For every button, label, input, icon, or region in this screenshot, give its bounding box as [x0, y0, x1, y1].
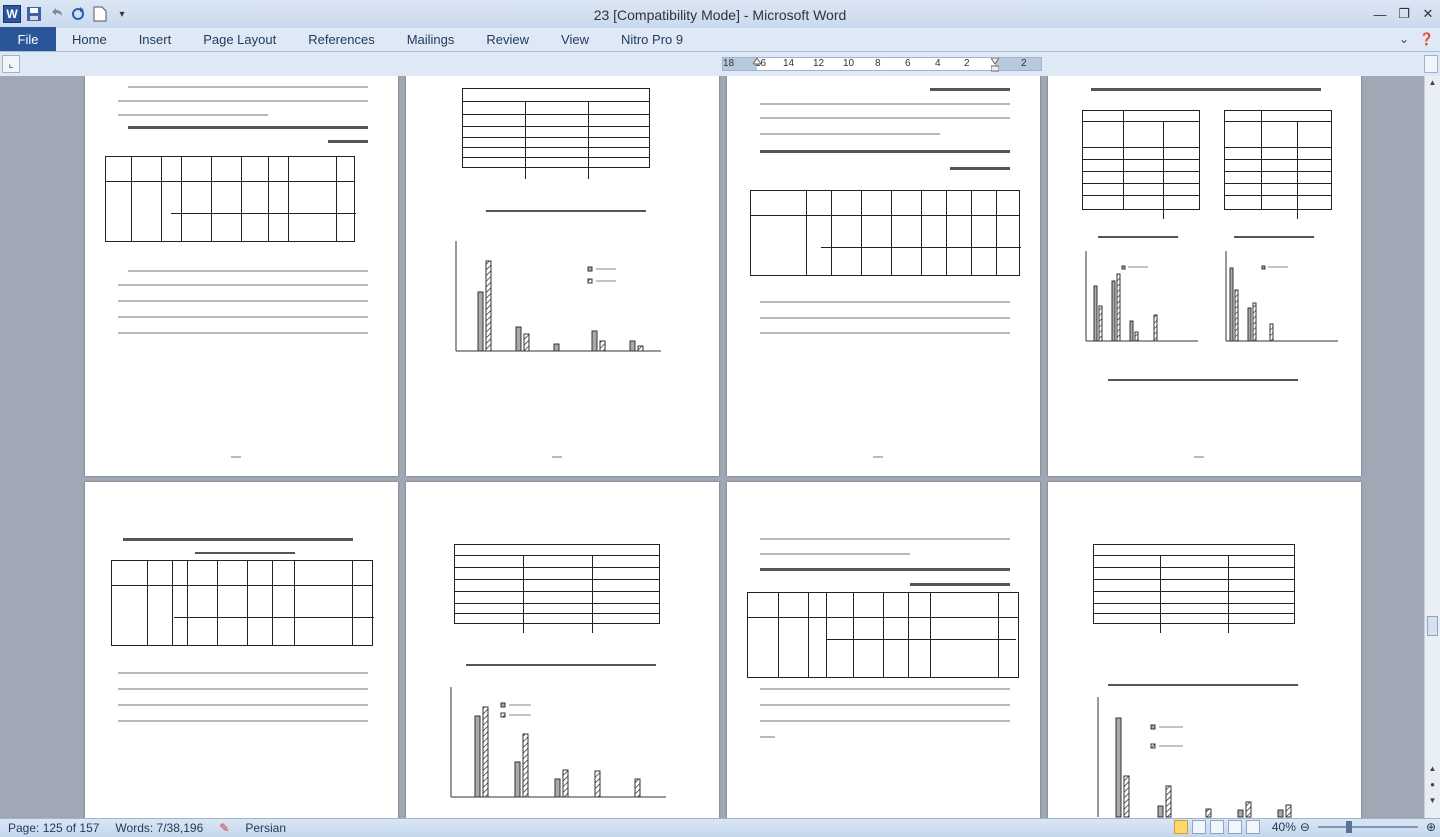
document-page[interactable] [85, 482, 398, 818]
zoom-in-icon[interactable]: ⊕ [1426, 820, 1436, 834]
word-count[interactable]: Words: 7/38,196 [107, 821, 211, 835]
expand-ribbon-icon[interactable]: ⌄ [1399, 32, 1409, 46]
status-bar: Page: 125 of 157 Words: 7/38,196 ✎ Persi… [0, 818, 1440, 837]
restore-icon[interactable]: ❐ [1392, 0, 1416, 28]
right-indent-marker[interactable] [991, 58, 999, 72]
tab-page-layout[interactable]: Page Layout [187, 27, 292, 51]
tab-view[interactable]: View [545, 27, 605, 51]
bar-chart [1225, 251, 1338, 342]
ruler-number: 2 [964, 58, 970, 69]
customize-dropdown-icon[interactable]: ▾ [112, 4, 132, 24]
tab-review[interactable]: Review [470, 27, 545, 51]
document-page[interactable] [1048, 482, 1361, 818]
help-icon[interactable]: ❓ [1419, 32, 1434, 46]
full-screen-reading-view-button[interactable] [1191, 820, 1206, 834]
previous-page-icon[interactable]: ▲ [1427, 764, 1438, 776]
document-area[interactable] [0, 76, 1424, 818]
tab-selector-icon[interactable]: ⌞ [2, 55, 20, 73]
ruler-number: 14 [783, 58, 795, 69]
print-layout-view-button[interactable] [1173, 820, 1188, 834]
new-document-icon[interactable] [90, 4, 110, 24]
save-icon[interactable] [24, 4, 44, 24]
ribbon-tabs: File Home Insert Page Layout References … [0, 27, 1440, 52]
word-logo-icon[interactable]: W [2, 4, 22, 24]
next-page-icon[interactable]: ▼ [1427, 796, 1438, 808]
bar-chart [455, 241, 661, 352]
left-indent-marker[interactable] [753, 58, 761, 72]
ruler-number: 4 [935, 58, 941, 69]
title-bar: W ▾ 23 [Compatibility Mode] - Microsoft … [0, 0, 1440, 28]
page-count[interactable]: Page: 125 of 157 [0, 821, 107, 835]
quick-access-toolbar: W ▾ [0, 0, 134, 28]
close-icon[interactable]: ✕ [1416, 0, 1440, 28]
select-browse-object-icon[interactable]: ● [1427, 780, 1438, 792]
document-page[interactable] [85, 76, 398, 476]
bar-chart [1085, 251, 1198, 342]
ruler-number: 8 [875, 58, 881, 69]
scrollbar-thumb[interactable] [1427, 616, 1438, 636]
document-page[interactable] [406, 76, 719, 476]
language-indicator[interactable]: Persian [237, 821, 294, 835]
tab-home[interactable]: Home [56, 27, 123, 51]
zoom-out-icon[interactable]: ⊖ [1300, 820, 1310, 834]
minimize-icon[interactable]: — [1368, 0, 1392, 28]
document-page[interactable] [406, 482, 719, 818]
redo-icon[interactable] [68, 4, 88, 24]
ruler-row: ⌞ 18 16 14 12 10 8 6 4 2 2 [0, 53, 1440, 75]
ruler-number: 18 [723, 58, 735, 69]
tab-references[interactable]: References [292, 27, 390, 51]
vertical-scrollbar[interactable]: ▲ ▲ ● ▼ [1424, 76, 1440, 818]
bar-chart [450, 687, 666, 798]
web-layout-view-button[interactable] [1209, 820, 1224, 834]
draft-view-button[interactable] [1245, 820, 1260, 834]
ruler-number: 2 [1021, 58, 1027, 69]
outline-view-button[interactable] [1227, 820, 1242, 834]
file-tab[interactable]: File [0, 27, 56, 51]
window-title: 23 [Compatibility Mode] - Microsoft Word [593, 7, 847, 23]
view-ruler-icon[interactable] [1424, 55, 1438, 73]
tab-mailings[interactable]: Mailings [391, 27, 471, 51]
zoom-slider[interactable] [1317, 821, 1418, 833]
tab-nitro-pro[interactable]: Nitro Pro 9 [605, 27, 699, 51]
proofing-icon[interactable]: ✎ [211, 821, 237, 835]
zoom-level[interactable]: 40% [1272, 820, 1296, 834]
ruler-number: 12 [813, 58, 825, 69]
document-page[interactable] [727, 76, 1040, 476]
bar-chart [1097, 697, 1292, 818]
undo-icon[interactable] [46, 4, 66, 24]
ruler-number: 6 [905, 58, 911, 69]
horizontal-ruler[interactable]: 18 16 14 12 10 8 6 4 2 2 [722, 57, 1042, 72]
ruler-number: 10 [843, 58, 855, 69]
document-page[interactable] [1048, 76, 1361, 476]
scroll-up-icon[interactable]: ▲ [1427, 78, 1438, 90]
document-page[interactable] [727, 482, 1040, 818]
tab-insert[interactable]: Insert [123, 27, 188, 51]
